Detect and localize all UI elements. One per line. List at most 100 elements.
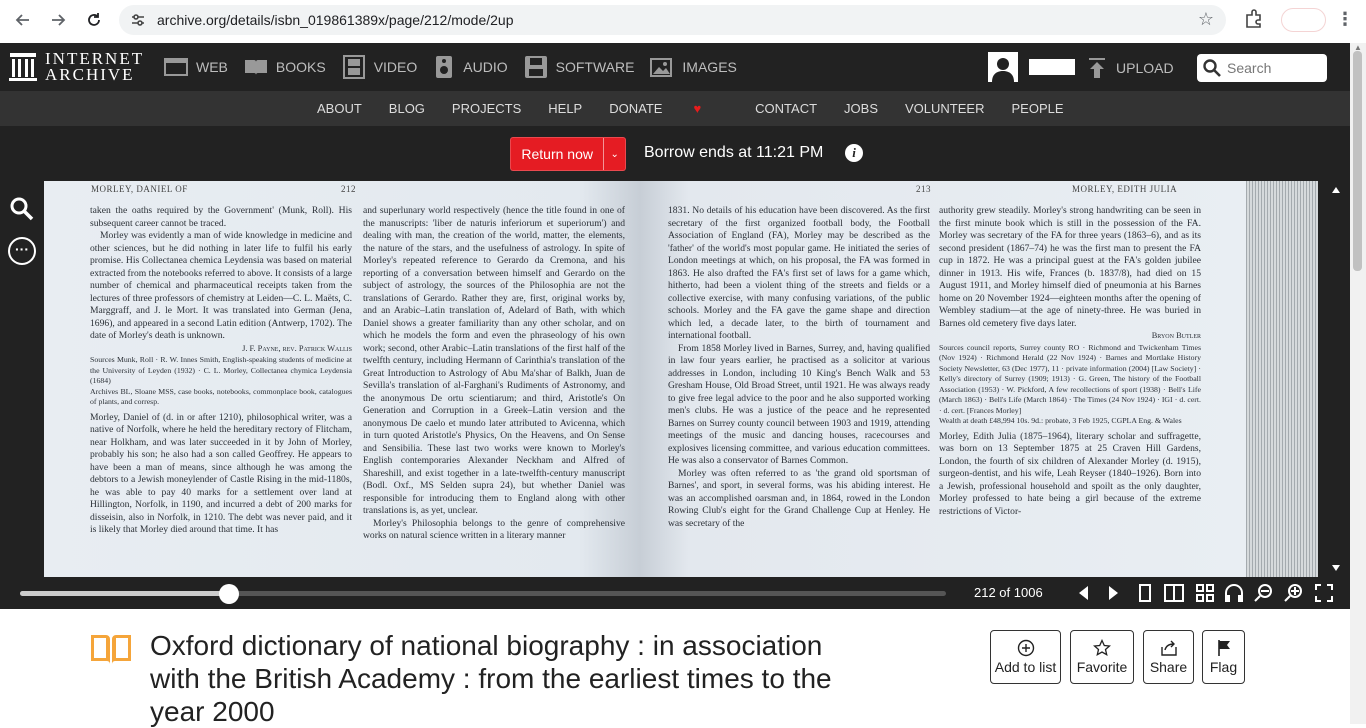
page-scrollbar[interactable]: ▲ bbox=[1350, 43, 1366, 724]
nav-contact[interactable]: CONTACT bbox=[755, 101, 817, 116]
nav-people[interactable]: PEOPLE bbox=[1011, 101, 1063, 116]
media-video-label: VIDEO bbox=[373, 59, 418, 75]
search-placeholder: Search bbox=[1227, 60, 1272, 76]
upload-button[interactable]: UPLOAD bbox=[1088, 57, 1174, 79]
entry-paragraph: Morley, Edith Julia (1875–1964), literar… bbox=[939, 430, 1201, 517]
book-page-left[interactable]: MORLEY, DANIEL OF 212 taken the oaths re… bbox=[36, 181, 640, 577]
avatar[interactable] bbox=[988, 52, 1018, 82]
read-aloud-headphones-icon[interactable] bbox=[1223, 583, 1245, 603]
reader-nav-bar: 212 of 1006 bbox=[0, 577, 1350, 609]
site-settings-icon[interactable] bbox=[129, 11, 147, 29]
borrow-bar: Return now ⌄ Borrow ends at 11:21 PM i bbox=[0, 126, 1366, 181]
nav-blog[interactable]: BLOG bbox=[389, 101, 425, 116]
zoom-out-icon[interactable] bbox=[1254, 583, 1274, 603]
forward-arrow-icon bbox=[52, 14, 66, 26]
bookmark-star-icon[interactable]: ☆ bbox=[1198, 9, 1214, 30]
user-menu[interactable] bbox=[988, 52, 1075, 82]
next-page-icon[interactable] bbox=[1105, 583, 1121, 603]
return-now-label[interactable]: Return now bbox=[511, 146, 603, 162]
page-slider-handle[interactable] bbox=[219, 584, 240, 604]
media-audio[interactable]: AUDIO bbox=[433, 55, 508, 79]
media-images[interactable]: IMAGES bbox=[650, 55, 737, 79]
scrollbar-thumb[interactable] bbox=[1353, 51, 1362, 271]
media-books-label: BOOKS bbox=[275, 59, 326, 75]
media-video[interactable]: VIDEO bbox=[342, 55, 418, 79]
text-column-1: taken the oaths required by the Governme… bbox=[90, 205, 352, 537]
page-slider[interactable] bbox=[20, 584, 946, 604]
sources-note: Sources council reports, Surrey county R… bbox=[939, 342, 1201, 415]
media-software-label: SOFTWARE bbox=[555, 59, 635, 75]
images-icon bbox=[650, 58, 673, 77]
address-bar[interactable]: archive.org/details/isbn_019861389x/page… bbox=[119, 5, 1226, 35]
share-button[interactable]: Share bbox=[1143, 630, 1194, 684]
paragraph: authority grew steadily. Morley's strong… bbox=[939, 205, 1201, 329]
nav-about[interactable]: ABOUT bbox=[317, 101, 362, 116]
two-page-view-icon[interactable] bbox=[1163, 583, 1185, 603]
nav-donate[interactable]: DONATE ♥ bbox=[609, 101, 728, 116]
sources-note: Sources Munk, Roll · R. W. Innes Smith, … bbox=[90, 355, 352, 385]
nav-donate-label: DONATE bbox=[609, 101, 663, 116]
back-button[interactable] bbox=[8, 5, 38, 35]
entry-paragraph: Morley, Daniel of (d. in or after 1210),… bbox=[90, 411, 352, 536]
fullscreen-icon[interactable] bbox=[1314, 583, 1334, 603]
return-now-button[interactable]: Return now ⌄ bbox=[510, 137, 626, 171]
video-icon bbox=[342, 55, 365, 79]
page-slider-fill bbox=[20, 591, 230, 596]
reload-button[interactable] bbox=[79, 5, 109, 35]
book-page-right[interactable]: 213 MORLEY, EDITH JULIA 1831. No details… bbox=[640, 181, 1246, 577]
nav-help[interactable]: HELP bbox=[548, 101, 582, 116]
thumbnail-view-icon[interactable] bbox=[1195, 583, 1215, 603]
nav-jobs[interactable]: JOBS bbox=[844, 101, 878, 116]
previous-page-icon[interactable] bbox=[1076, 583, 1092, 603]
extensions-icon[interactable] bbox=[1243, 8, 1265, 30]
paragraph: 1831. No details of his education have b… bbox=[668, 205, 930, 341]
author-signature: J. F. Payne, rev. Patrick Wallis bbox=[242, 343, 352, 353]
upload-icon bbox=[1089, 58, 1105, 78]
media-books[interactable]: BOOKS bbox=[244, 55, 326, 79]
paragraph: and superlunary world respectively (henc… bbox=[363, 205, 625, 516]
running-header-right: MORLEY, EDITH JULIA bbox=[1072, 184, 1178, 194]
nav-volunteer[interactable]: VOLUNTEER bbox=[905, 101, 984, 116]
reload-icon bbox=[88, 13, 100, 26]
search-icon bbox=[1203, 59, 1221, 77]
nav-projects[interactable]: PROJECTS bbox=[452, 101, 521, 116]
wealth-note: Wealth at death £48,994 10s. 9d.: probat… bbox=[939, 416, 1182, 425]
paragraph: Morley's Philosophia belongs to the genr… bbox=[363, 517, 625, 542]
more-options-icon[interactable]: ··· bbox=[8, 237, 36, 265]
web-icon bbox=[164, 58, 188, 76]
profile-button[interactable] bbox=[1281, 8, 1326, 32]
search-input[interactable]: Search bbox=[1197, 54, 1327, 82]
paragraph: Morley was evidently a man of wide knowl… bbox=[90, 230, 352, 341]
info-icon[interactable]: i bbox=[845, 144, 863, 162]
username-redacted[interactable] bbox=[1029, 59, 1075, 75]
book-reader[interactable]: MORLEY, DANIEL OF 212 taken the oaths re… bbox=[0, 181, 1350, 577]
chevron-down-icon[interactable]: ⌄ bbox=[603, 138, 625, 170]
reader-scrollbar[interactable] bbox=[1332, 185, 1340, 573]
zoom-in-icon[interactable] bbox=[1284, 583, 1304, 603]
open-book-icon bbox=[91, 635, 131, 664]
media-nav: WEB BOOKS VIDEO AUDIO SOFTWARE IMAGES bbox=[164, 55, 753, 79]
flag-button[interactable]: Flag bbox=[1202, 630, 1245, 684]
media-software[interactable]: SOFTWARE bbox=[524, 55, 635, 79]
favorite-button[interactable]: Favorite bbox=[1070, 630, 1134, 684]
reader-side-tools: ··· bbox=[0, 181, 44, 577]
text-column-4: authority grew steadily. Morley's strong… bbox=[939, 205, 1201, 518]
forward-button[interactable] bbox=[43, 5, 73, 35]
author-signature: Bryon Butler bbox=[1151, 331, 1201, 340]
one-page-view-icon[interactable] bbox=[1137, 583, 1153, 603]
star-icon bbox=[1093, 639, 1111, 657]
page-number-right: 213 bbox=[916, 184, 931, 194]
search-inside-icon[interactable] bbox=[10, 197, 34, 221]
ia-secondary-nav: ABOUT BLOG PROJECTS HELP DONATE ♥ CONTACT… bbox=[0, 91, 1366, 126]
audio-icon bbox=[436, 56, 453, 78]
media-web[interactable]: WEB bbox=[164, 55, 228, 79]
archives-note: Archives BL, Sloane MSS, case books, not… bbox=[90, 386, 352, 407]
flag-label: Flag bbox=[1209, 659, 1238, 675]
page-number-left: 212 bbox=[341, 184, 356, 194]
browser-menu-icon[interactable]: ⋮ bbox=[1336, 9, 1354, 30]
url-text[interactable]: archive.org/details/isbn_019861389x/page… bbox=[157, 12, 514, 28]
books-icon bbox=[244, 60, 267, 75]
ia-logo[interactable]: INTERNET ARCHIVE bbox=[9, 50, 144, 83]
add-to-list-button[interactable]: Add to list bbox=[990, 630, 1061, 684]
browser-toolbar: archive.org/details/isbn_019861389x/page… bbox=[0, 0, 1366, 43]
